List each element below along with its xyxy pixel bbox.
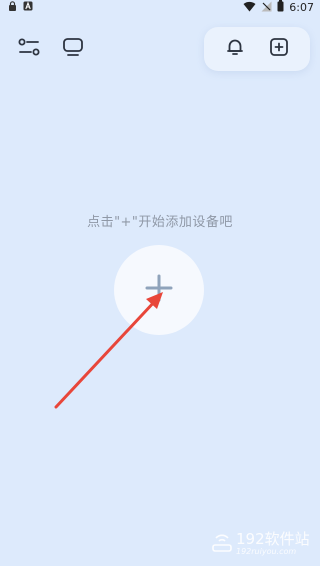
a-icon bbox=[23, 1, 33, 14]
screen-button[interactable] bbox=[60, 36, 86, 62]
notifications-button[interactable] bbox=[223, 37, 247, 61]
watermark: 192软件站 192ruiyou.com bbox=[206, 526, 316, 560]
add-device-button[interactable] bbox=[114, 245, 204, 335]
battery-icon bbox=[277, 0, 284, 15]
status-time: 6:07 bbox=[289, 1, 314, 14]
watermark-title: 192软件站 bbox=[236, 530, 310, 548]
router-icon bbox=[210, 530, 234, 558]
plus-icon bbox=[145, 274, 173, 306]
display-icon bbox=[62, 37, 84, 61]
bell-icon bbox=[225, 37, 245, 61]
lock-icon bbox=[8, 1, 17, 14]
filter-sliders-icon bbox=[18, 38, 40, 60]
empty-state-hint: 点击"+"开始添加设备吧 bbox=[87, 215, 233, 230]
wifi-icon bbox=[243, 1, 256, 15]
status-bar: 6:07 bbox=[0, 0, 320, 14]
top-right-actions bbox=[204, 27, 310, 71]
watermark-subtitle: 192ruiyou.com bbox=[236, 547, 297, 556]
filter-button[interactable] bbox=[16, 36, 42, 62]
add-square-icon bbox=[269, 37, 289, 61]
status-left bbox=[8, 1, 33, 14]
no-signal-icon bbox=[261, 1, 272, 15]
status-right: 6:07 bbox=[243, 0, 314, 15]
add-device-top-button[interactable] bbox=[267, 37, 291, 61]
